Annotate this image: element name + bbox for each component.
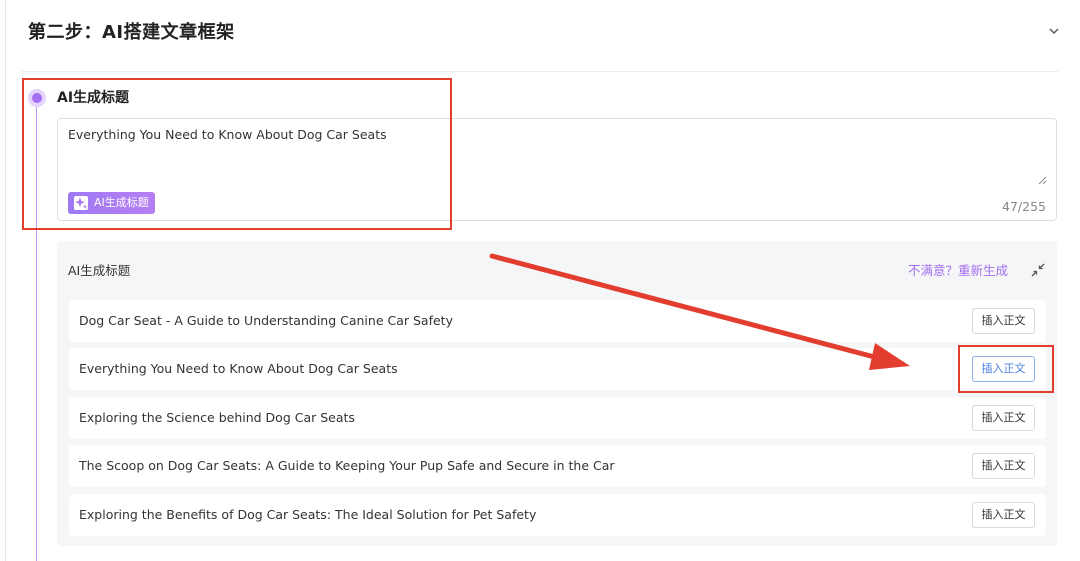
suggestions-panel-title: AI生成标题: [68, 263, 131, 278]
insert-into-body-button[interactable]: 插入正文: [972, 502, 1035, 528]
suggestion-text: Exploring the Benefits of Dog Car Seats:…: [79, 507, 537, 522]
insert-into-body-button[interactable]: 插入正文: [972, 405, 1035, 431]
suggestion-text: The Scoop on Dog Car Seats: A Guide to K…: [79, 458, 615, 473]
resize-handle-icon[interactable]: [1037, 175, 1047, 185]
suggestion-row: Everything You Need to Know About Dog Ca…: [69, 348, 1046, 390]
insert-into-body-button[interactable]: 插入正文: [972, 453, 1035, 479]
regenerate-link[interactable]: 不满意？重新生成: [908, 262, 1008, 280]
chevron-down-icon[interactable]: [1047, 24, 1061, 38]
step-title: 第二步：AI搭建文章框架: [28, 22, 235, 43]
collapse-panel-icon[interactable]: [1030, 262, 1046, 278]
page-left-border: [5, 0, 6, 561]
suggestion-row: Exploring the Science behind Dog Car Sea…: [69, 397, 1046, 439]
annotation-highlight-box: [958, 345, 1054, 393]
suggestion-text: Dog Car Seat - A Guide to Understanding …: [79, 313, 453, 328]
char-count: 47/255: [1002, 199, 1046, 214]
suggestion-row: Exploring the Benefits of Dog Car Seats:…: [69, 494, 1046, 536]
annotation-highlight-box: [22, 78, 452, 230]
suggestion-text: Exploring the Science behind Dog Car Sea…: [79, 410, 355, 425]
insert-into-body-button[interactable]: 插入正文: [972, 308, 1035, 334]
suggestion-row: Dog Car Seat - A Guide to Understanding …: [69, 300, 1046, 342]
header-divider: [22, 71, 1058, 72]
suggestion-text: Everything You Need to Know About Dog Ca…: [79, 361, 398, 376]
suggestion-row: The Scoop on Dog Car Seats: A Guide to K…: [69, 445, 1046, 487]
